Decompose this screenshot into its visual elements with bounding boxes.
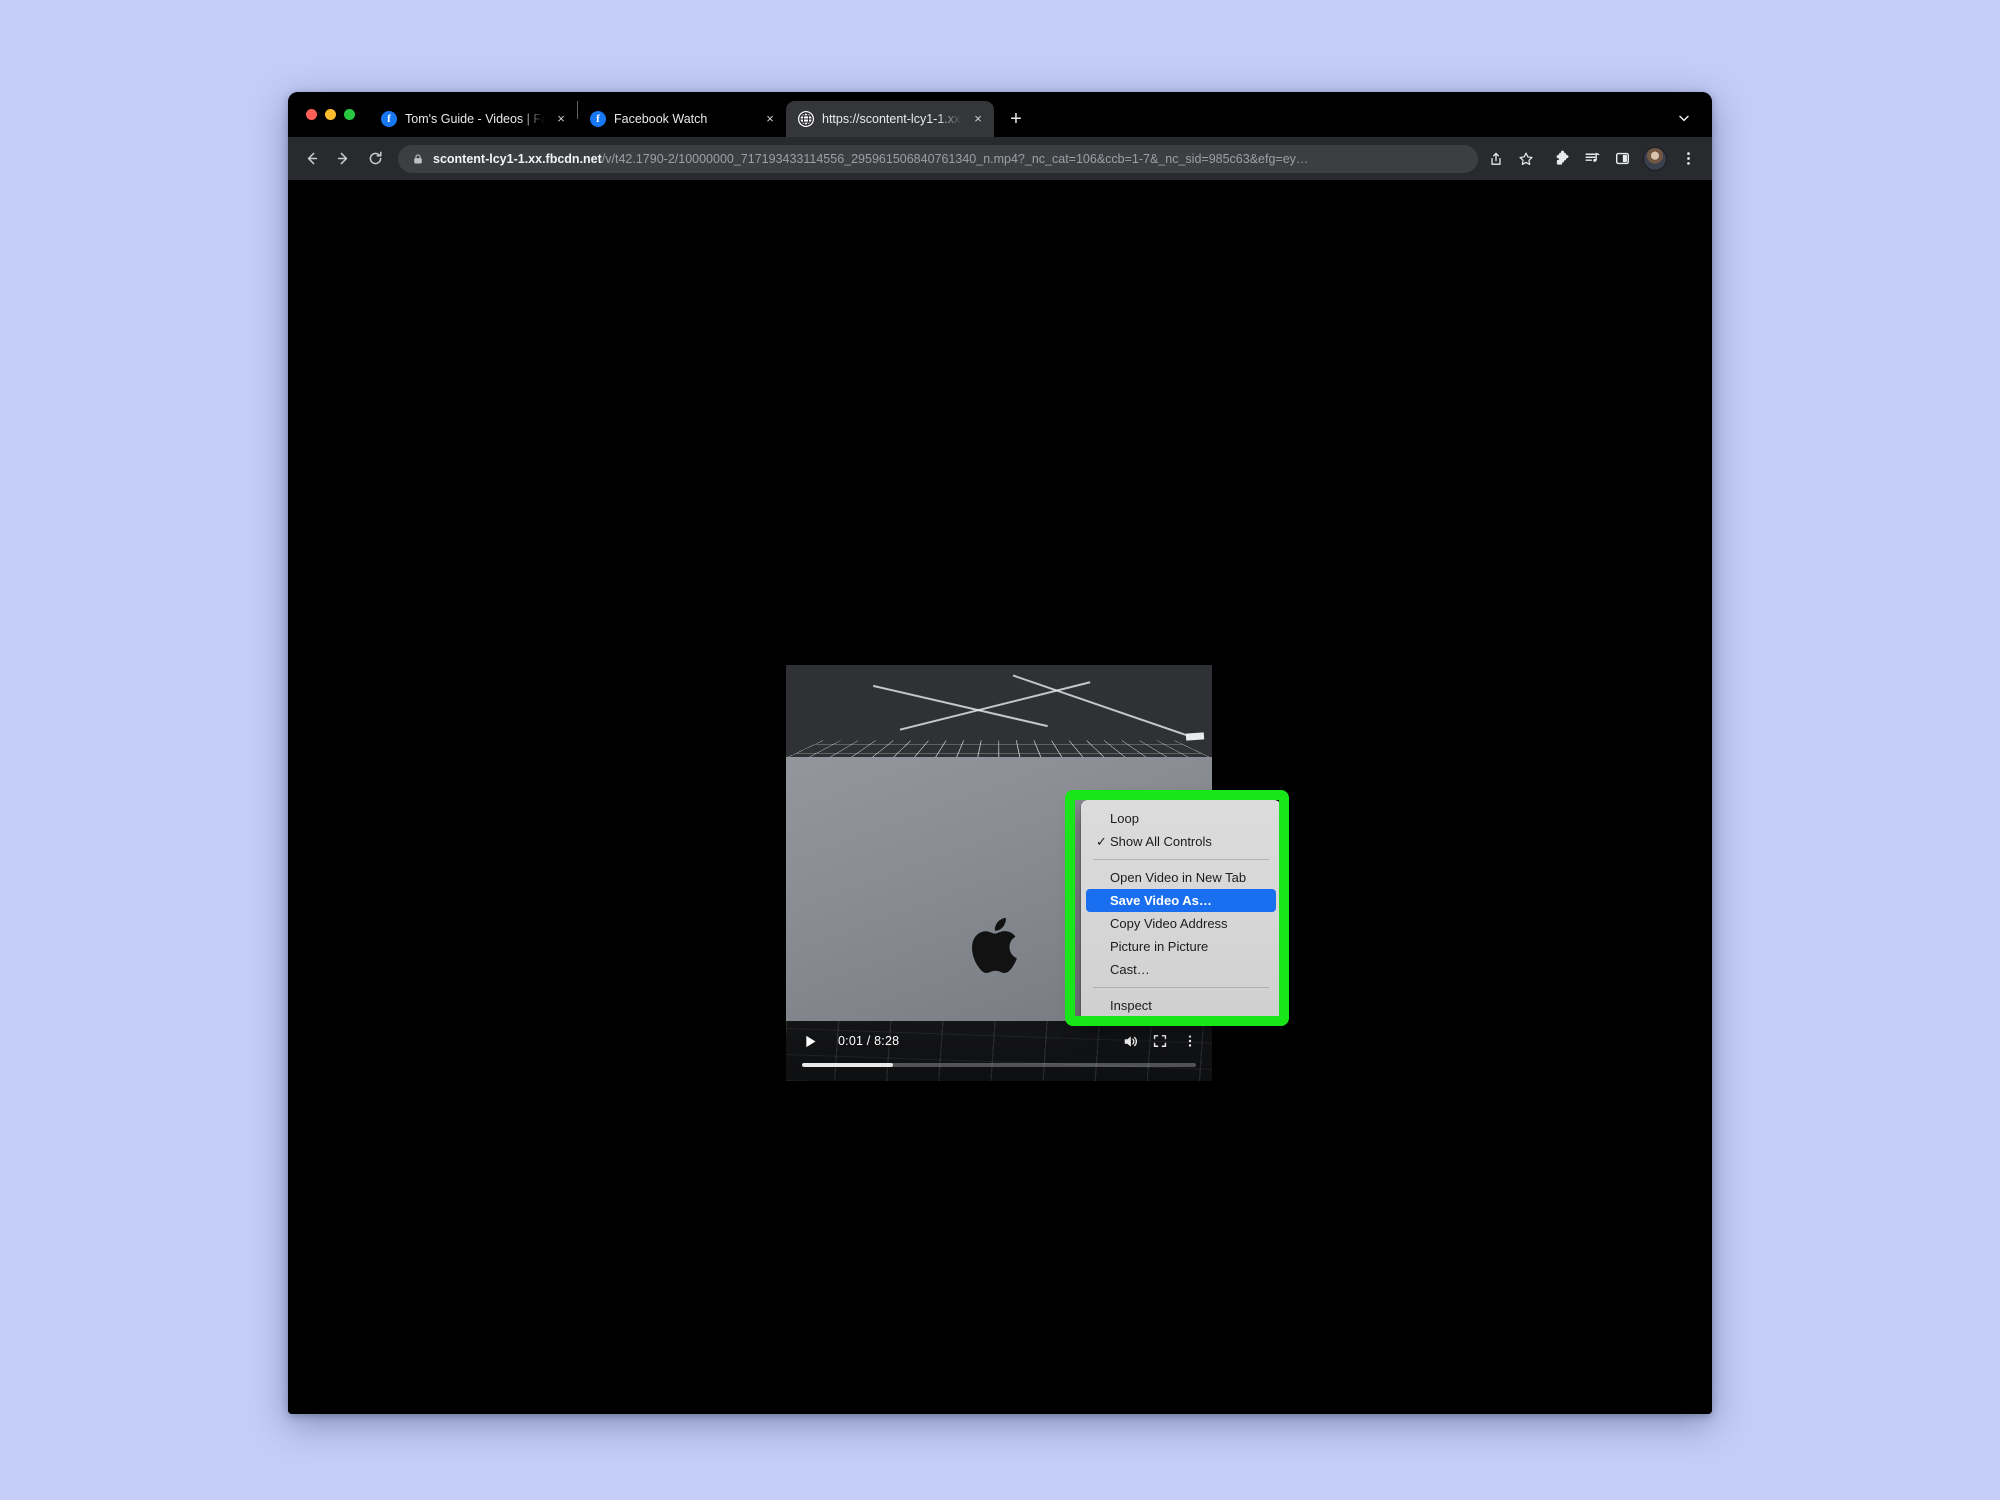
menu-item-label: Cast… — [1110, 962, 1150, 977]
menu-item-label: Save Video As… — [1110, 893, 1212, 908]
reading-list-icon[interactable] — [1578, 145, 1606, 173]
tab-title: Facebook Watch — [614, 112, 708, 126]
video-progress-bar[interactable] — [802, 1063, 1196, 1067]
menu-separator — [1093, 987, 1269, 988]
chevron-down-icon[interactable] — [1674, 108, 1694, 128]
tab-title: Tom's Guide - Videos | Facebook — [405, 112, 545, 126]
menu-item-open-video-in-new-tab[interactable]: Open Video in New Tab — [1086, 866, 1276, 889]
browser-tab-facebook-watch[interactable]: f Facebook Watch × — [578, 101, 786, 137]
menu-item-copy-video-address[interactable]: Copy Video Address — [1086, 912, 1276, 935]
globe-icon — [798, 111, 814, 127]
window-traffic-lights — [288, 92, 369, 137]
video-progress-fill — [802, 1063, 893, 1067]
new-tab-button[interactable]: + — [1002, 105, 1030, 133]
tab-title: https://scontent-lcy1-1.xx.fbcdn — [822, 112, 962, 126]
chrome-menu-icon[interactable] — [1674, 145, 1702, 173]
share-icon[interactable] — [1482, 145, 1510, 173]
forward-button[interactable] — [328, 144, 358, 174]
menu-item-label: Open Video in New Tab — [1110, 870, 1247, 885]
fullscreen-icon[interactable] — [1148, 1029, 1172, 1053]
avatar[interactable] — [1643, 146, 1667, 171]
volume-icon[interactable] — [1118, 1029, 1142, 1053]
lock-icon — [412, 153, 424, 165]
browser-tab-toms-guide[interactable]: f Tom's Guide - Videos | Facebook × — [369, 101, 577, 137]
video-controls-bar: 0:01 / 8:28 — [786, 1021, 1212, 1081]
minimize-window-button[interactable] — [325, 109, 336, 120]
menu-item-label: Picture in Picture — [1110, 939, 1209, 954]
mat-diagonal-line — [1012, 674, 1191, 737]
menu-item-picture-in-picture[interactable]: Picture in Picture — [1086, 935, 1276, 958]
menu-item-label: Inspect — [1110, 998, 1152, 1013]
side-panel-icon[interactable] — [1608, 145, 1636, 173]
extensions-puzzle-icon[interactable] — [1548, 145, 1576, 173]
address-bar[interactable]: scontent-lcy1-1.xx.fbcdn.net/v/t42.1790-… — [398, 144, 1478, 173]
video-time-display: 0:01 / 8:28 — [838, 1034, 900, 1048]
menu-item-save-video-as[interactable]: Save Video As… — [1086, 889, 1276, 912]
reload-button[interactable] — [360, 144, 390, 174]
play-icon[interactable] — [800, 1031, 820, 1051]
browser-tab-scontent-video[interactable]: https://scontent-lcy1-1.xx.fbcdn × — [786, 101, 994, 137]
checkmark-icon: ✓ — [1096, 834, 1107, 849]
browser-window: f Tom's Guide - Videos | Facebook × f Fa… — [288, 92, 1712, 1414]
browser-toolbar: scontent-lcy1-1.xx.fbcdn.net/v/t42.1790-… — [288, 137, 1712, 180]
video-controls-row: 0:01 / 8:28 — [786, 1027, 1212, 1055]
mat-white-marker — [1185, 732, 1205, 741]
menu-item-label: Loop — [1110, 811, 1139, 826]
url-host: scontent-lcy1-1.xx.fbcdn.net — [433, 151, 602, 166]
url-path: /v/t42.1790-2/10000000_717193433114556_2… — [601, 151, 1309, 166]
more-options-icon[interactable] — [1178, 1029, 1202, 1053]
page-content-area: 0:01 / 8:28 Loop ✓ Show All Controls Ope… — [288, 180, 1712, 1414]
close-icon[interactable]: × — [553, 111, 569, 127]
menu-item-label: Show All Controls — [1110, 834, 1212, 849]
cutting-mat-background — [786, 665, 1212, 761]
apple-logo-icon — [969, 909, 1029, 981]
maximize-window-button[interactable] — [344, 109, 355, 120]
back-button[interactable] — [296, 144, 326, 174]
close-icon[interactable]: × — [762, 111, 778, 127]
bookmark-star-icon[interactable] — [1512, 145, 1540, 173]
omnibox-action-group — [1482, 145, 1540, 173]
menu-item-inspect[interactable]: Inspect — [1086, 994, 1276, 1017]
url-text: scontent-lcy1-1.xx.fbcdn.net/v/t42.1790-… — [433, 152, 1308, 166]
mat-diagonal-line — [873, 684, 1048, 727]
tab-strip: f Tom's Guide - Videos | Facebook × f Fa… — [288, 92, 1712, 137]
menu-item-cast[interactable]: Cast… — [1086, 958, 1276, 981]
facebook-icon: f — [381, 111, 397, 127]
close-window-button[interactable] — [306, 109, 317, 120]
menu-item-label: Copy Video Address — [1110, 916, 1228, 931]
facebook-icon: f — [590, 111, 606, 127]
video-context-menu[interactable]: Loop ✓ Show All Controls Open Video in N… — [1081, 800, 1281, 1025]
menu-item-show-all-controls[interactable]: ✓ Show All Controls — [1086, 830, 1276, 853]
menu-item-loop[interactable]: Loop — [1086, 807, 1276, 830]
close-icon[interactable]: × — [970, 111, 986, 127]
mat-diagonal-line — [899, 681, 1090, 731]
menu-separator — [1093, 859, 1269, 860]
